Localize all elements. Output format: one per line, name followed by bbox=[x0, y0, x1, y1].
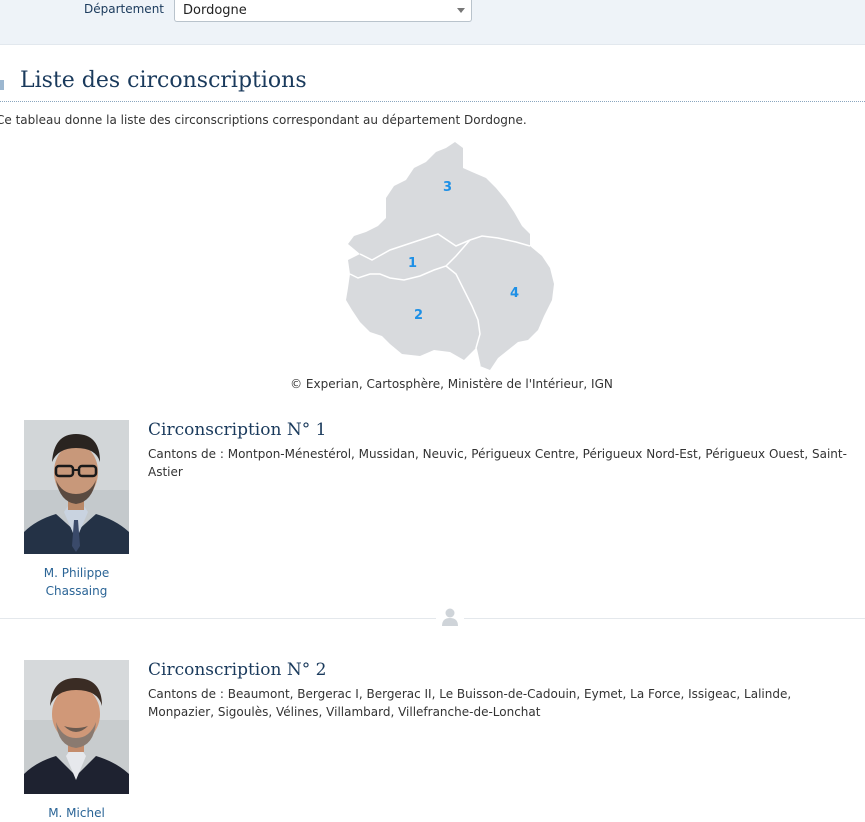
circonscription-title: Circonscription N° 1 bbox=[148, 420, 327, 440]
chevron-down-icon[interactable] bbox=[457, 8, 465, 13]
map-label-1: 1 bbox=[408, 256, 417, 271]
intro-text: Ce tableau donne la liste des circonscri… bbox=[0, 113, 527, 127]
cantons-list: Cantons de : Beaumont, Bergerac I, Berge… bbox=[148, 687, 792, 719]
department-label: Département bbox=[84, 2, 164, 16]
circonscription-title: Circonscription N° 2 bbox=[148, 660, 327, 680]
deputy-name[interactable]: M. Michel bbox=[24, 804, 129, 822]
deputy-name[interactable]: M. Philippe Chassaing bbox=[24, 564, 129, 600]
deputy-photo[interactable] bbox=[24, 420, 129, 554]
section-title: Liste des circonscriptions bbox=[20, 68, 307, 93]
department-select-value: Dordogne bbox=[183, 3, 247, 18]
map-label-3: 3 bbox=[443, 180, 452, 195]
title-divider bbox=[0, 101, 865, 102]
deputy-first-name[interactable]: M. Michel bbox=[24, 804, 129, 822]
map-credit: © Experian, Cartosphère, Ministère de l'… bbox=[290, 377, 613, 391]
deputy-first-name[interactable]: M. Philippe bbox=[24, 564, 129, 582]
filter-bar: Département Dordogne bbox=[0, 0, 865, 45]
section-divider bbox=[0, 618, 865, 619]
map-label-4: 4 bbox=[510, 286, 519, 301]
map-label-2: 2 bbox=[414, 308, 423, 323]
section-marker bbox=[0, 80, 4, 90]
deputy-photo[interactable] bbox=[24, 660, 129, 794]
cantons-list: Cantons de : Montpon-Ménestérol, Mussida… bbox=[148, 447, 847, 479]
deputy-last-name[interactable]: Chassaing bbox=[24, 582, 129, 600]
user-icon bbox=[436, 606, 464, 630]
circonscriptions-map: 3 1 2 4 bbox=[330, 138, 570, 376]
department-select[interactable]: Dordogne bbox=[174, 0, 472, 22]
